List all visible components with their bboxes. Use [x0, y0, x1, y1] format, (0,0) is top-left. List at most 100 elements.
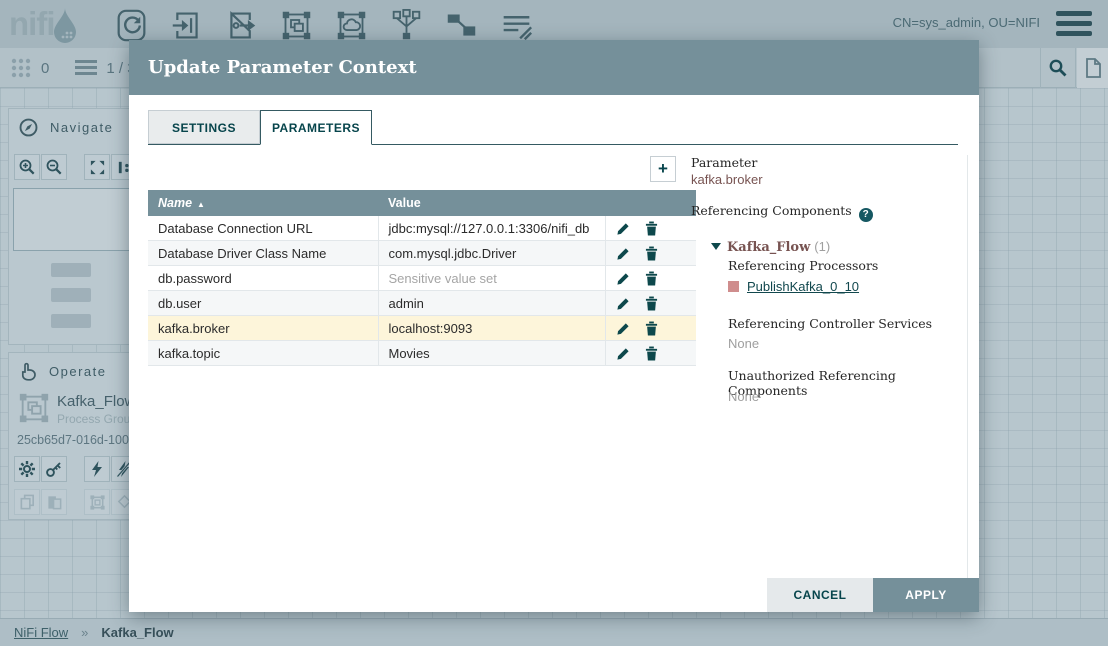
- help-icon[interactable]: ?: [859, 208, 873, 222]
- enable-button[interactable]: [84, 456, 110, 482]
- dialog-title: Update Parameter Context: [129, 40, 979, 95]
- selected-component-type: Process Group: [57, 412, 137, 426]
- edit-parameter-icon[interactable]: [616, 347, 630, 361]
- add-parameter-button[interactable]: +: [650, 156, 676, 182]
- parameter-name-cell: kafka.topic: [148, 341, 378, 366]
- funnel-icon[interactable]: [390, 7, 423, 44]
- search-button[interactable]: [1040, 48, 1076, 88]
- controller-services-none: None: [728, 336, 759, 351]
- access-policies-button[interactable]: [41, 456, 67, 482]
- hand-pointer-icon: [19, 362, 37, 381]
- table-row[interactable]: Database Connection URL jdbc:mysql://127…: [148, 216, 696, 241]
- dialog-footer: CANCEL APPLY: [767, 578, 979, 612]
- document-icon: [1084, 58, 1102, 78]
- parameter-value-cell: localhost:9093: [378, 316, 605, 341]
- tab-settings[interactable]: SETTINGS: [148, 110, 260, 144]
- delete-parameter-icon[interactable]: [645, 271, 658, 286]
- parameter-name-cell: kafka.broker: [148, 316, 378, 341]
- controller-services-label: Referencing Controller Services: [728, 316, 932, 331]
- operate-title: Operate: [49, 364, 106, 379]
- table-row[interactable]: db.user admin: [148, 291, 696, 316]
- active-threads-icon: [10, 57, 32, 79]
- process-group-icon[interactable]: [280, 7, 313, 44]
- zoom-in-button[interactable]: [14, 154, 40, 180]
- delete-parameter-icon[interactable]: [645, 296, 658, 311]
- label-icon[interactable]: [500, 7, 533, 44]
- delete-parameter-icon[interactable]: [645, 221, 658, 236]
- paste-button[interactable]: [41, 489, 67, 515]
- parameter-actions-cell: [605, 266, 696, 291]
- update-parameter-context-dialog: Update Parameter Context SETTINGS PARAME…: [129, 40, 979, 612]
- parameter-actions-cell: [605, 291, 696, 316]
- breadcrumb-root-link[interactable]: NiFi Flow: [14, 625, 68, 640]
- column-header-actions: [605, 190, 696, 216]
- delete-parameter-icon[interactable]: [645, 246, 658, 261]
- configure-button[interactable]: [14, 456, 40, 482]
- current-user: CN=sys_admin, OU=NIFI: [893, 15, 1040, 30]
- delete-parameter-icon[interactable]: [645, 321, 658, 336]
- breadcrumb: NiFi Flow » Kafka_Flow: [0, 618, 1108, 646]
- delete-parameter-icon[interactable]: [645, 346, 658, 361]
- parameter-table: Name▲ Value Database Connection URL jdbc…: [148, 190, 696, 366]
- edit-parameter-icon[interactable]: [616, 322, 630, 336]
- referencing-group-name[interactable]: Kafka_Flow: [727, 240, 810, 255]
- output-port-icon[interactable]: [225, 7, 258, 44]
- column-header-name[interactable]: Name▲: [148, 190, 378, 216]
- parameter-name-cell: Database Connection URL: [148, 216, 378, 241]
- nifi-application: nifi: [0, 0, 1108, 646]
- birdseye-component: [51, 263, 91, 277]
- edit-parameter-icon[interactable]: [616, 272, 630, 286]
- selected-component-id: 25cb65d7-016d-1000-: [17, 433, 140, 447]
- breadcrumb-separator: »: [81, 625, 88, 640]
- parameter-name-cell: db.password: [148, 266, 378, 291]
- parameter-detail-panel: Parameter kafka.broker Referencing Compo…: [691, 155, 968, 585]
- navigate-title: Navigate: [50, 120, 113, 135]
- cancel-button[interactable]: CANCEL: [767, 578, 873, 612]
- parameter-value-cell: com.mysql.jdbc.Driver: [378, 241, 605, 266]
- parameter-value-cell: admin: [378, 291, 605, 316]
- new-template-button[interactable]: [1077, 48, 1108, 88]
- compass-icon: [19, 118, 38, 137]
- zoom-out-button[interactable]: [41, 154, 67, 180]
- search-icon: [1048, 58, 1068, 78]
- birdseye-component: [51, 314, 91, 328]
- active-thread-count: 0: [41, 60, 49, 77]
- input-port-icon[interactable]: [170, 7, 203, 44]
- parameter-value-cell: Movies: [378, 341, 605, 366]
- process-group-icon: [17, 391, 51, 425]
- referencing-processor-link[interactable]: PublishKafka_0_10: [747, 279, 859, 294]
- group-button[interactable]: [84, 489, 110, 515]
- nifi-logo: nifi: [9, 3, 80, 45]
- referencing-group-count: (1): [814, 239, 830, 254]
- table-row[interactable]: kafka.topic Movies: [148, 341, 696, 366]
- parameter-actions-cell: [605, 216, 696, 241]
- parameter-name-cell: db.user: [148, 291, 378, 316]
- global-menu-icon[interactable]: [1056, 11, 1092, 37]
- referencing-components-label: Referencing Components: [691, 203, 852, 218]
- gear-icon: [18, 460, 36, 478]
- table-row[interactable]: db.password Sensitive value set: [148, 266, 696, 291]
- table-row[interactable]: kafka.broker localhost:9093: [148, 316, 696, 341]
- apply-button[interactable]: APPLY: [873, 578, 979, 612]
- edit-parameter-icon[interactable]: [616, 222, 630, 236]
- group-icon: [89, 494, 106, 511]
- edit-parameter-icon[interactable]: [616, 247, 630, 261]
- parameter-actions-cell: [605, 241, 696, 266]
- sort-ascending-icon: ▲: [197, 200, 205, 209]
- template-icon[interactable]: [445, 7, 478, 44]
- parameter-value-cell: Sensitive value set: [378, 266, 605, 291]
- column-header-value[interactable]: Value: [378, 190, 605, 216]
- unauthorized-components-label: Unauthorized Referencing Components: [728, 368, 967, 398]
- collapse-triangle-icon[interactable]: [711, 243, 721, 250]
- zoom-fit-button[interactable]: [84, 154, 110, 180]
- processor-icon[interactable]: [115, 7, 148, 44]
- copy-button[interactable]: [14, 489, 40, 515]
- lightning-bolt-icon: [89, 460, 105, 478]
- parameter-table-body: Database Connection URL jdbc:mysql://127…: [148, 216, 696, 366]
- paste-icon: [46, 493, 63, 511]
- remote-process-group-icon[interactable]: [335, 7, 368, 44]
- tab-parameters[interactable]: PARAMETERS: [260, 110, 372, 145]
- parameter-name-cell: Database Driver Class Name: [148, 241, 378, 266]
- table-row[interactable]: Database Driver Class Name com.mysql.jdb…: [148, 241, 696, 266]
- edit-parameter-icon[interactable]: [616, 297, 630, 311]
